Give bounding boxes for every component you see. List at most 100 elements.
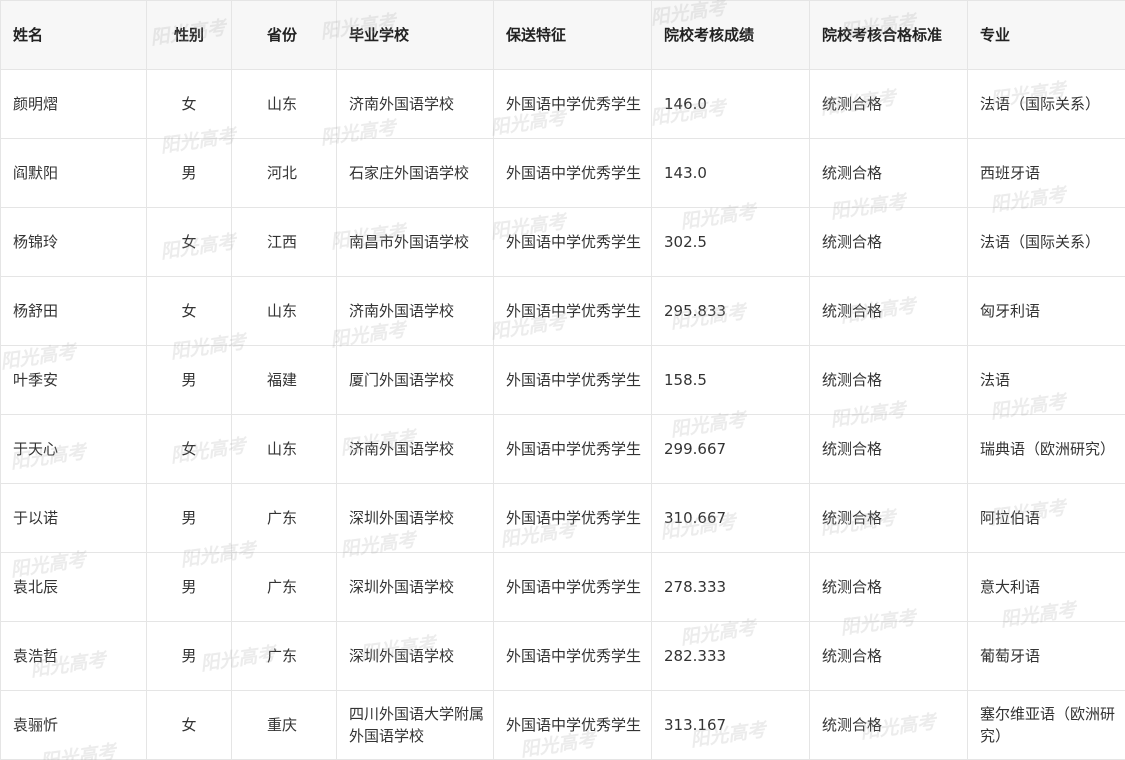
cell-gender: 男: [146, 621, 232, 691]
cell-major: 塞尔维亚语（欧洲研究）: [967, 690, 1125, 760]
cell-province: 河北: [231, 138, 337, 208]
header-major: 专业: [967, 0, 1125, 70]
cell-province: 广东: [231, 621, 337, 691]
cell-major: 匈牙利语: [967, 276, 1125, 346]
cell-standard: 统测合格: [809, 69, 968, 139]
page: 姓名 性别 省份 毕业学校 保送特征 院校考核成绩 院校考核合格标准 专业 颜明…: [0, 0, 1125, 760]
cell-name: 于天心: [0, 414, 147, 484]
cell-name: 杨舒田: [0, 276, 147, 346]
cell-province: 山东: [231, 414, 337, 484]
cell-province: 山东: [231, 69, 337, 139]
cell-school: 深圳外国语学校: [336, 621, 494, 691]
table-row: 袁浩哲男广东 深圳外国语学校 外国语中学优秀学生 282.333 统测合格 葡萄牙语: [0, 621, 1125, 691]
cell-name: 颜明熠: [0, 69, 147, 139]
cell-standard: 统测合格: [809, 690, 968, 760]
cell-province: 山东: [231, 276, 337, 346]
table-row: 阎默阳男河北 石家庄外国语学校 外国语中学优秀学生 143.0 统测合格 西班牙语: [0, 138, 1125, 208]
cell-score: 143.0: [651, 138, 810, 208]
cell-name: 袁北辰: [0, 552, 147, 622]
table-row: 袁骊忻女重庆 四川外国语大学附属外国语学校 外国语中学优秀学生 313.167 统测合格…: [0, 690, 1125, 760]
cell-standard: 统测合格: [809, 207, 968, 277]
cell-feature: 外国语中学优秀学生: [493, 621, 652, 691]
cell-standard: 统测合格: [809, 276, 968, 346]
header-standard: 院校考核合格标准: [809, 0, 968, 70]
cell-school: 济南外国语学校: [336, 69, 494, 139]
cell-feature: 外国语中学优秀学生: [493, 276, 652, 346]
cell-name: 袁浩哲: [0, 621, 147, 691]
admission-table: 姓名 性别 省份 毕业学校 保送特征 院校考核成绩 院校考核合格标准 专业 颜明…: [0, 0, 1125, 760]
cell-feature: 外国语中学优秀学生: [493, 207, 652, 277]
table-row: 叶季安男福建 厦门外国语学校 外国语中学优秀学生 158.5 统测合格 法语: [0, 345, 1125, 415]
cell-name: 叶季安: [0, 345, 147, 415]
cell-standard: 统测合格: [809, 621, 968, 691]
header-gender: 性别: [146, 0, 232, 70]
cell-feature: 外国语中学优秀学生: [493, 138, 652, 208]
cell-score: 278.333: [651, 552, 810, 622]
cell-feature: 外国语中学优秀学生: [493, 690, 652, 760]
cell-province: 广东: [231, 552, 337, 622]
cell-gender: 女: [146, 690, 232, 760]
cell-name: 袁骊忻: [0, 690, 147, 760]
cell-major: 法语（国际关系）: [967, 69, 1125, 139]
table-row: 袁北辰男广东 深圳外国语学校 外国语中学优秀学生 278.333 统测合格 意大利语: [0, 552, 1125, 622]
cell-gender: 男: [146, 552, 232, 622]
cell-school: 石家庄外国语学校: [336, 138, 494, 208]
cell-gender: 女: [146, 69, 232, 139]
cell-standard: 统测合格: [809, 414, 968, 484]
cell-gender: 女: [146, 207, 232, 277]
table-row: 颜明熠女山东 济南外国语学校 外国语中学优秀学生 146.0 统测合格 法语（国际关系）: [0, 69, 1125, 139]
header-name: 姓名: [0, 0, 147, 70]
cell-major: 阿拉伯语: [967, 483, 1125, 553]
cell-major: 瑞典语（欧洲研究）: [967, 414, 1125, 484]
cell-gender: 女: [146, 414, 232, 484]
cell-school: 深圳外国语学校: [336, 483, 494, 553]
cell-feature: 外国语中学优秀学生: [493, 69, 652, 139]
cell-school: 深圳外国语学校: [336, 552, 494, 622]
header-province: 省份: [231, 0, 337, 70]
cell-major: 法语（国际关系）: [967, 207, 1125, 277]
cell-name: 于以诺: [0, 483, 147, 553]
cell-school: 厦门外国语学校: [336, 345, 494, 415]
header-feature: 保送特征: [493, 0, 652, 70]
cell-score: 299.667: [651, 414, 810, 484]
cell-major: 西班牙语: [967, 138, 1125, 208]
cell-gender: 男: [146, 483, 232, 553]
table-header-row: 姓名 性别 省份 毕业学校 保送特征 院校考核成绩 院校考核合格标准 专业: [0, 0, 1125, 70]
cell-score: 310.667: [651, 483, 810, 553]
cell-school: 济南外国语学校: [336, 414, 494, 484]
cell-major: 葡萄牙语: [967, 621, 1125, 691]
table-row: 于天心女山东 济南外国语学校 外国语中学优秀学生 299.667 统测合格 瑞典语（欧洲研…: [0, 414, 1125, 484]
cell-standard: 统测合格: [809, 552, 968, 622]
table-row: 于以诺男广东 深圳外国语学校 外国语中学优秀学生 310.667 统测合格 阿拉伯语: [0, 483, 1125, 553]
cell-feature: 外国语中学优秀学生: [493, 552, 652, 622]
cell-major: 意大利语: [967, 552, 1125, 622]
header-score: 院校考核成绩: [651, 0, 810, 70]
cell-school: 济南外国语学校: [336, 276, 494, 346]
cell-standard: 统测合格: [809, 138, 968, 208]
table-row: 杨锦玲女江西 南昌市外国语学校 外国语中学优秀学生 302.5 统测合格 法语（国际关系）: [0, 207, 1125, 277]
cell-province: 重庆: [231, 690, 337, 760]
cell-province: 江西: [231, 207, 337, 277]
cell-score: 282.333: [651, 621, 810, 691]
cell-name: 阎默阳: [0, 138, 147, 208]
cell-score: 302.5: [651, 207, 810, 277]
cell-feature: 外国语中学优秀学生: [493, 345, 652, 415]
cell-feature: 外国语中学优秀学生: [493, 483, 652, 553]
cell-gender: 男: [146, 345, 232, 415]
table-row: 杨舒田女山东 济南外国语学校 外国语中学优秀学生 295.833 统测合格 匈牙利语: [0, 276, 1125, 346]
header-school: 毕业学校: [336, 0, 494, 70]
cell-school: 南昌市外国语学校: [336, 207, 494, 277]
cell-gender: 男: [146, 138, 232, 208]
cell-province: 福建: [231, 345, 337, 415]
cell-standard: 统测合格: [809, 483, 968, 553]
cell-score: 313.167: [651, 690, 810, 760]
cell-name: 杨锦玲: [0, 207, 147, 277]
cell-feature: 外国语中学优秀学生: [493, 414, 652, 484]
cell-score: 158.5: [651, 345, 810, 415]
cell-score: 146.0: [651, 69, 810, 139]
cell-major: 法语: [967, 345, 1125, 415]
cell-standard: 统测合格: [809, 345, 968, 415]
cell-province: 广东: [231, 483, 337, 553]
cell-gender: 女: [146, 276, 232, 346]
cell-score: 295.833: [651, 276, 810, 346]
